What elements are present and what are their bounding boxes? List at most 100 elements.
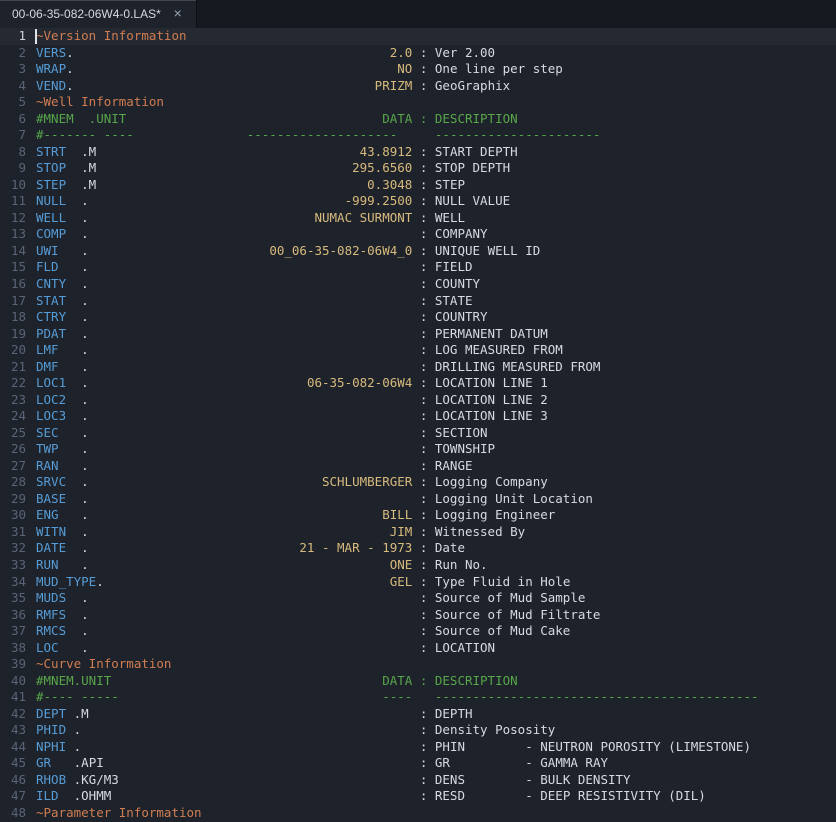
code-token [89, 293, 413, 308]
code-line[interactable]: 3WRAP. NO : One line per step [0, 61, 836, 78]
code-line[interactable]: 12WELL . NUMAC SURMONT : WELL [0, 210, 836, 227]
code-token [89, 458, 413, 473]
code-line[interactable]: 14UWI . 00_06-35-082-06W4_0 : UNIQUE WEL… [0, 243, 836, 260]
code-token: .OHMM [59, 788, 112, 803]
code-token: 43.8912 [360, 144, 413, 159]
code-token: : COUNTRY [412, 309, 487, 324]
code-editor[interactable]: 1~Version Information2VERS. 2.0 : Ver 2.… [0, 28, 836, 822]
code-token: .API [51, 755, 104, 770]
code-line[interactable]: 22LOC1 . 06-35-082-06W4 : LOCATION LINE … [0, 375, 836, 392]
code-line[interactable]: 40#MNEM.UNIT DATA : DESCRIPTION [0, 673, 836, 690]
code-line[interactable]: 33RUN . ONE : Run No. [0, 557, 836, 574]
line-number: 17 [0, 293, 26, 310]
code-line[interactable]: 13COMP . : COMPANY [0, 226, 836, 243]
code-token: . [66, 607, 89, 622]
code-line[interactable]: 46RHOB .KG/M3 : DENS - BULK DENSITY [0, 772, 836, 789]
line-number: 3 [0, 61, 26, 78]
code-line[interactable]: 24LOC3 . : LOCATION LINE 3 [0, 408, 836, 425]
code-token [96, 177, 367, 192]
code-line[interactable]: 30ENG . BILL : Logging Engineer [0, 507, 836, 524]
code-token: VERS [36, 45, 66, 60]
code-line[interactable]: 6#MNEM .UNIT DATA : DESCRIPTION [0, 111, 836, 128]
code-line[interactable]: 9STOP .M 295.6560 : STOP DEPTH [0, 160, 836, 177]
code-line[interactable]: 23LOC2 . : LOCATION LINE 2 [0, 392, 836, 409]
code-line[interactable]: 26TWP . : TOWNSHIP [0, 441, 836, 458]
code-token: . [66, 392, 89, 407]
code-line[interactable]: 45GR .API : GR - GAMMA RAY [0, 755, 836, 772]
code-line[interactable]: 34MUD_TYPE. GEL : Type Fluid in Hole [0, 574, 836, 591]
code-token: . [59, 342, 89, 357]
code-line[interactable]: 44NPHI . : PHIN - NEUTRON POROSITY (LIME… [0, 739, 836, 756]
code-text: #------- ---- -------------------- -----… [26, 127, 600, 144]
code-text: SRVC . SCHLUMBERGER : Logging Company [26, 474, 548, 491]
code-token: CNTY [36, 276, 66, 291]
line-number: 5 [0, 94, 26, 111]
code-token: LOC2 [36, 392, 66, 407]
code-line[interactable]: 11NULL . -999.2500 : NULL VALUE [0, 193, 836, 210]
code-line[interactable]: 15FLD . : FIELD [0, 259, 836, 276]
code-text: WELL . NUMAC SURMONT : WELL [26, 210, 465, 227]
code-token [89, 309, 413, 324]
line-number: 44 [0, 739, 26, 756]
code-text: PDAT . : PERMANENT DATUM [26, 326, 548, 343]
code-line[interactable]: 39~Curve Information [0, 656, 836, 673]
code-line[interactable]: 29BASE . : Logging Unit Location [0, 491, 836, 508]
code-token: : Witnessed By [412, 524, 525, 539]
code-line[interactable]: 28SRVC . SCHLUMBERGER : Logging Company [0, 474, 836, 491]
code-line[interactable]: 5~Well Information [0, 94, 836, 111]
code-line[interactable]: 32DATE . 21 - MAR - 1973 : Date [0, 540, 836, 557]
code-line[interactable]: 10STEP .M 0.3048 : STEP [0, 177, 836, 194]
line-number: 25 [0, 425, 26, 442]
code-line[interactable]: 19PDAT . : PERMANENT DATUM [0, 326, 836, 343]
code-line[interactable]: 27RAN . : RANGE [0, 458, 836, 475]
code-token: - NEUTRON POROSITY (LIMESTONE) [525, 739, 751, 754]
code-token: NPHI [36, 739, 66, 754]
code-token: : DEPTH [412, 706, 472, 721]
code-line[interactable]: 7#------- ---- -------------------- ----… [0, 127, 836, 144]
code-line[interactable]: 8STRT .M 43.8912 : START DEPTH [0, 144, 836, 161]
code-line[interactable]: 20LMF . : LOG MEASURED FROM [0, 342, 836, 359]
code-line[interactable]: 1~Version Information [0, 28, 836, 45]
code-line[interactable]: 47ILD .OHMM : RESD - DEEP RESISTIVITY (D… [0, 788, 836, 805]
code-token: : Date [412, 540, 465, 555]
code-line[interactable]: 36RMFS . : Source of Mud Filtrate [0, 607, 836, 624]
code-line[interactable]: 37RMCS . : Source of Mud Cake [0, 623, 836, 640]
code-token [89, 557, 390, 572]
code-token [89, 540, 300, 555]
code-line[interactable]: 31WITN . JIM : Witnessed By [0, 524, 836, 541]
code-token [89, 243, 270, 258]
code-token: : Source of Mud Cake [412, 623, 570, 638]
code-token: : PHIN [412, 739, 465, 754]
code-token: . [59, 243, 89, 258]
code-token: .M [66, 706, 89, 721]
code-line[interactable]: 38LOC . : LOCATION [0, 640, 836, 657]
code-token: : UNIQUE WELL ID [412, 243, 540, 258]
code-token: WRAP [36, 61, 66, 76]
code-token: LMF [36, 342, 59, 357]
code-lines-container: 1~Version Information2VERS. 2.0 : Ver 2.… [0, 28, 836, 822]
code-line[interactable]: 35MUDS . : Source of Mud Sample [0, 590, 836, 607]
code-text: ~Curve Information [26, 656, 171, 673]
code-token: . [66, 540, 89, 555]
code-token: . [66, 722, 81, 737]
code-token: 0.3048 [367, 177, 412, 192]
code-line[interactable]: 17STAT . : STATE [0, 293, 836, 310]
code-token: #---- ----- [36, 689, 119, 704]
code-line[interactable]: 41#---- ----- ---- ---------------------… [0, 689, 836, 706]
code-line[interactable]: 21DMF . : DRILLING MEASURED FROM [0, 359, 836, 376]
code-line[interactable]: 43PHID . : Density Pososity [0, 722, 836, 739]
close-icon[interactable]: × [170, 6, 186, 22]
code-token [89, 425, 413, 440]
tab-las-file[interactable]: 00-06-35-082-06W4-0.LAS* × [0, 0, 197, 28]
code-line[interactable]: 16CNTY . : COUNTY [0, 276, 836, 293]
code-line[interactable]: 48~Parameter Information [0, 805, 836, 822]
code-token [450, 755, 525, 770]
code-line[interactable]: 18CTRY . : COUNTRY [0, 309, 836, 326]
code-token: : Logging Engineer [412, 507, 555, 522]
code-token: . [66, 45, 74, 60]
code-line[interactable]: 42DEPT .M : DEPTH [0, 706, 836, 723]
code-line[interactable]: 4VEND. PRIZM : GeoGraphix [0, 78, 836, 95]
code-line[interactable]: 2VERS. 2.0 : Ver 2.00 [0, 45, 836, 62]
code-line[interactable]: 25SEC . : SECTION [0, 425, 836, 442]
code-token: SRVC [36, 474, 66, 489]
